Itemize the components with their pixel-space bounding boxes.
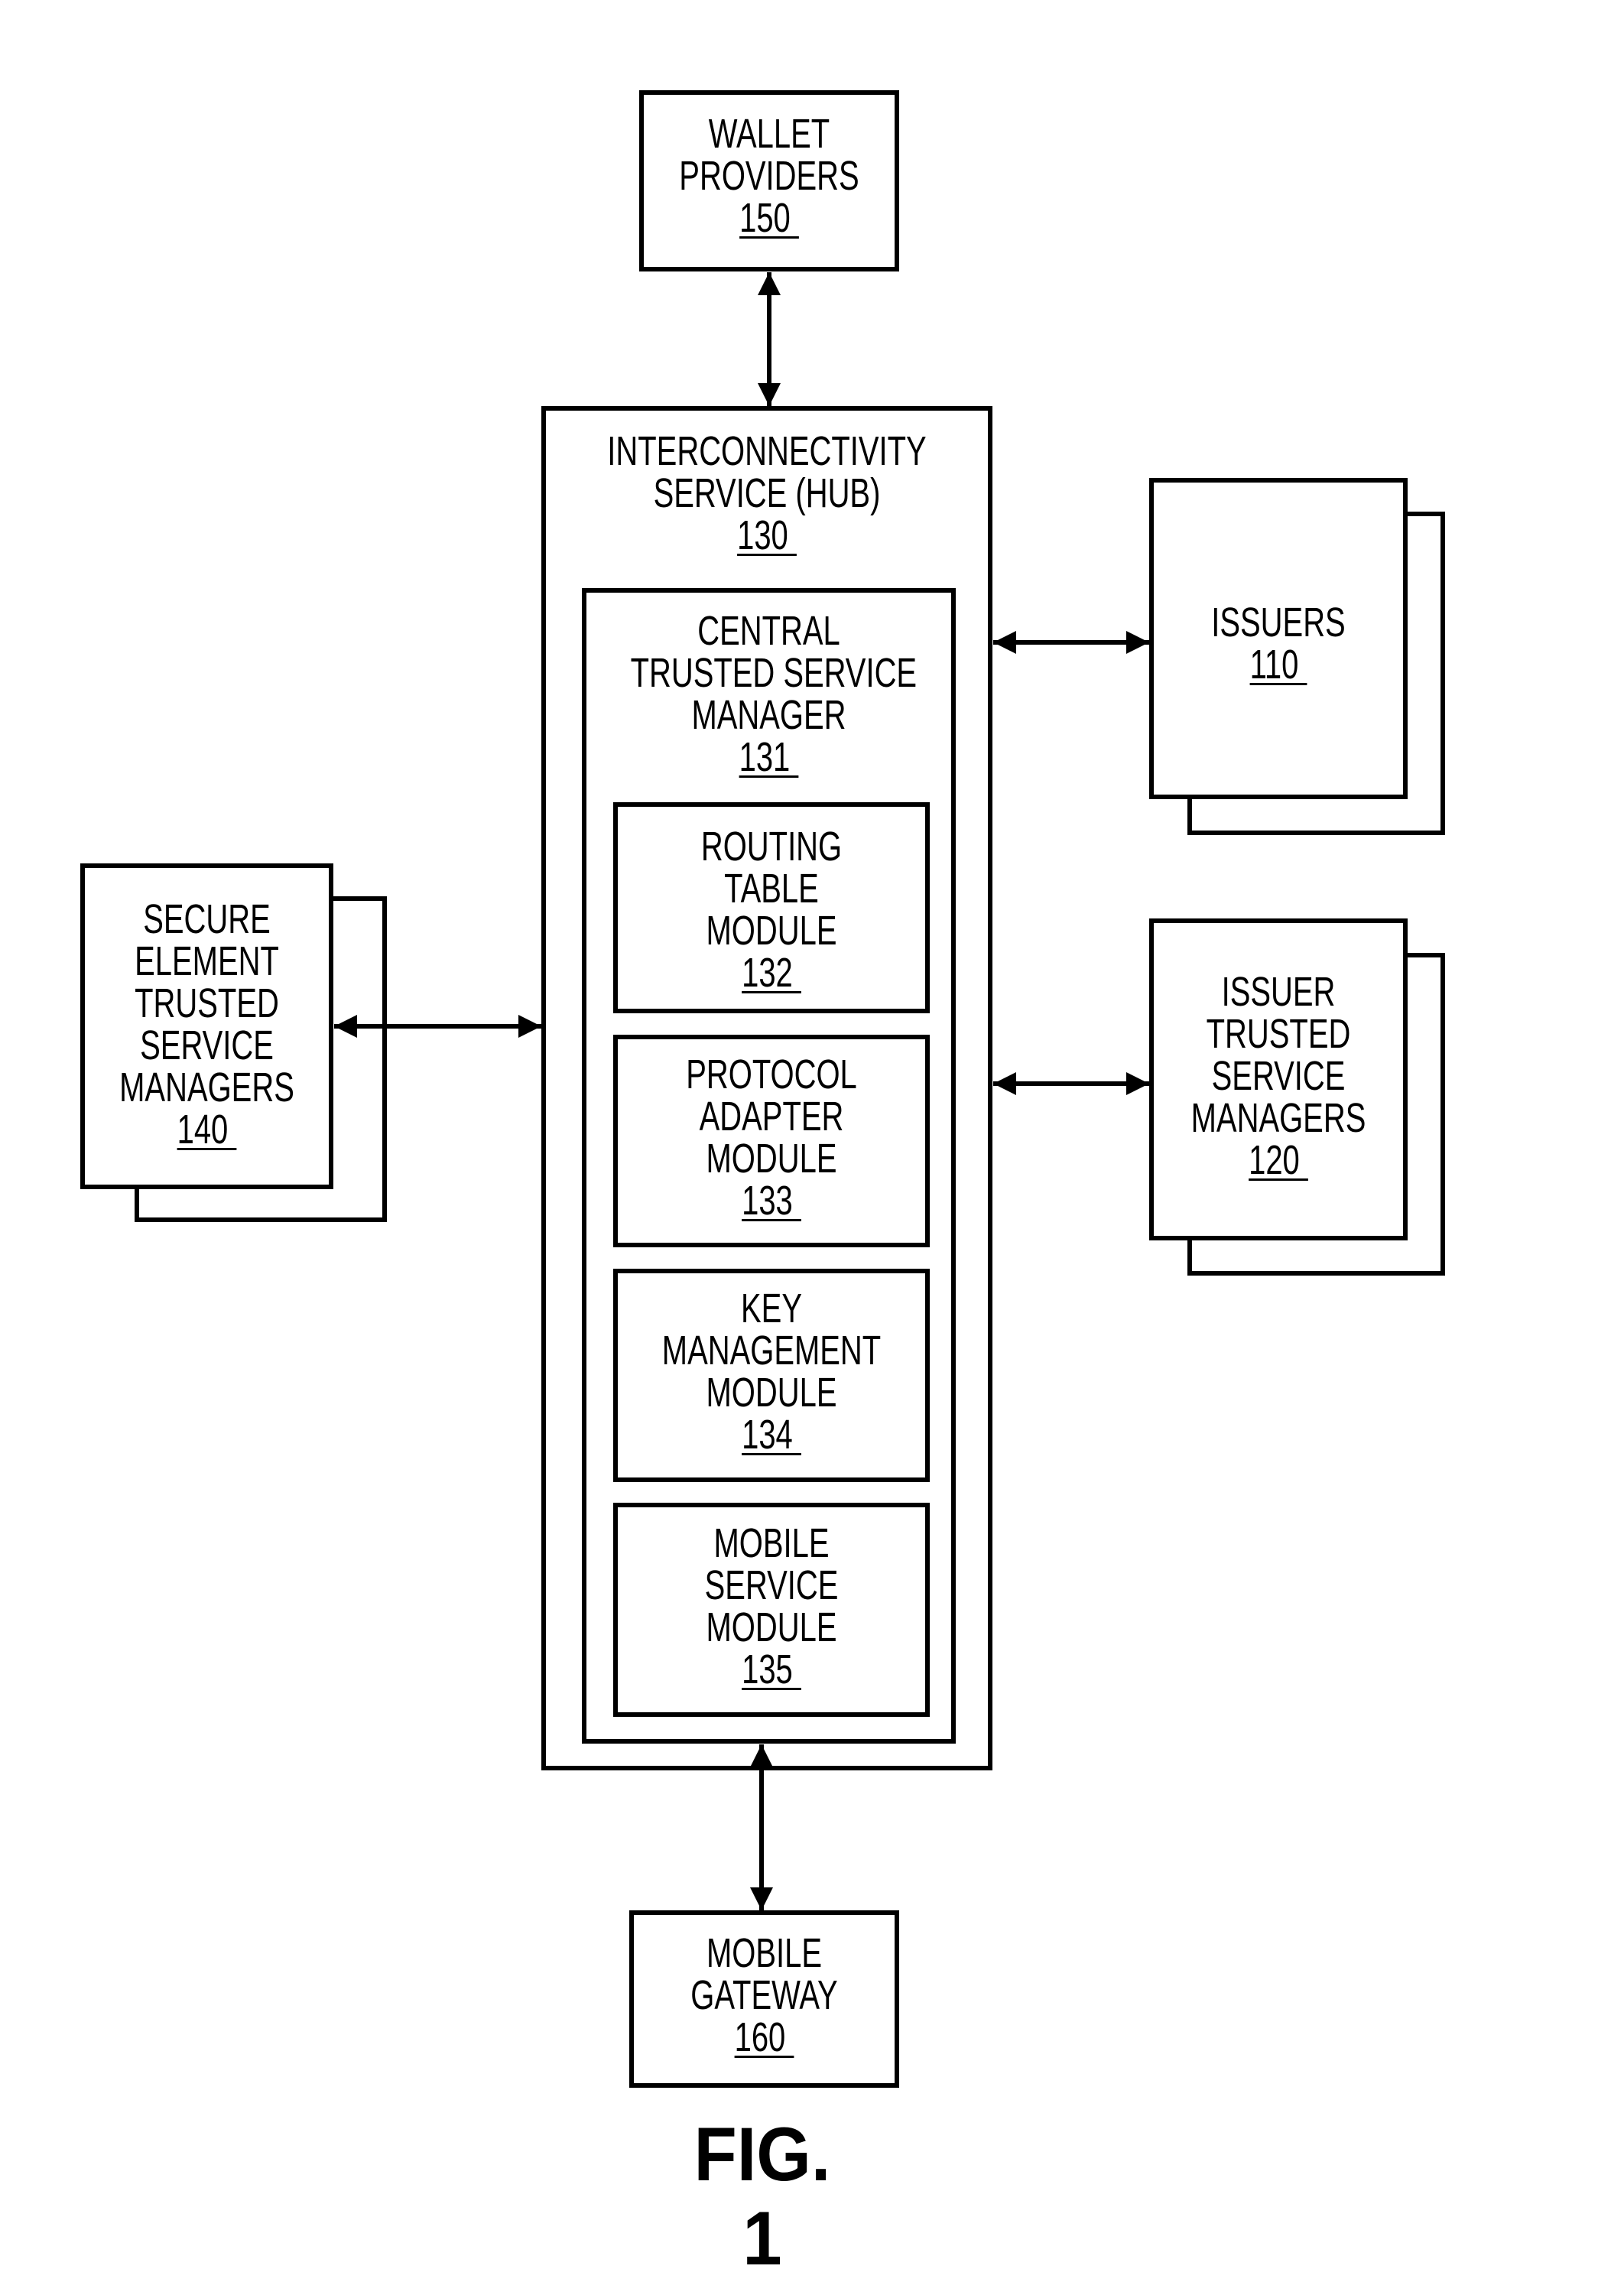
protocol-label-line: MODULE (706, 1136, 837, 1182)
protocol-reference-numeral: 133 (742, 1178, 801, 1224)
routing-label-line: MODULE (706, 908, 837, 954)
issuer-tsm-label-line: ISSUER (1221, 969, 1336, 1015)
routing-table-module-label: ROUTING TABLE MODULE 132 (654, 826, 888, 994)
mobile-service-label-line: MODULE (706, 1604, 837, 1650)
se-tsm-label-line: TRUSTED (135, 980, 279, 1026)
routing-reference-numeral: 132 (742, 950, 801, 996)
hub-reference-numeral: 130 (737, 512, 797, 558)
issuer-tsm-label-line: SERVICE (1211, 1053, 1346, 1099)
central-tsm-label: CENTRAL TRUSTED SERVICE MANAGER 131 (630, 608, 918, 780)
mobile-service-label-line: MOBILE (713, 1520, 830, 1566)
se-tsm-label: SECURE ELEMENT TRUSTED SERVICE MANAGERS 140 (113, 899, 300, 1151)
issuer-tsm-reference-numeral: 120 (1249, 1137, 1308, 1183)
protocol-adapter-module-label: PROTOCOL ADAPTER MODULE 133 (654, 1054, 888, 1222)
key-label-line: MODULE (706, 1370, 837, 1416)
mobile-service-reference-numeral: 135 (742, 1646, 801, 1692)
protocol-label-line: PROTOCOL (686, 1052, 857, 1097)
issuers-label: ISSUERS 110 (1183, 602, 1374, 686)
ctsm-reference-numeral: 131 (739, 734, 799, 780)
figure-caption: FIG. 1 (693, 2111, 831, 2280)
wallet-providers-label: WALLET PROVIDERS 150 (673, 113, 866, 239)
key-management-module-label: KEY MANAGEMENT MODULE 134 (654, 1288, 888, 1456)
routing-label-line: TABLE (724, 866, 819, 912)
wallet-label-line: WALLET (708, 111, 830, 157)
routing-label-line: ROUTING (700, 824, 843, 870)
protocol-label-line: ADAPTER (699, 1094, 844, 1139)
ctsm-label-line: TRUSTED SERVICE (630, 650, 918, 696)
se-tsm-label-line: SERVICE (140, 1022, 274, 1068)
se-tsm-label-line: MANAGERS (119, 1065, 294, 1110)
gateway-label-line: MOBILE (706, 1930, 823, 1976)
hub-label: INTERCONNECTIVITY SERVICE (HUB) 130 (600, 431, 934, 557)
se-tsm-label-line: SECURE (143, 896, 271, 942)
issuer-tsm-label: ISSUER TRUSTED SERVICE MANAGERS 120 (1183, 971, 1374, 1182)
ctsm-label-line: CENTRAL (697, 608, 840, 654)
mobile-gateway-label: MOBILE GATEWAY 160 (664, 1933, 864, 2059)
mobile-service-label-line: SERVICE (704, 1562, 839, 1608)
wallet-label-line: PROVIDERS (679, 153, 859, 199)
hub-label-line: SERVICE (HUB) (653, 470, 881, 516)
issuer-tsm-label-line: TRUSTED (1206, 1011, 1351, 1057)
figure-canvas: WALLET PROVIDERS 150 INTERCONNECTIVITY SERV… (0, 0, 1624, 2295)
ctsm-label-line: MANAGER (691, 692, 846, 738)
key-label-line: KEY (741, 1286, 802, 1331)
se-tsm-reference-numeral: 140 (177, 1107, 237, 1152)
issuer-tsm-label-line: MANAGERS (1190, 1095, 1366, 1141)
issuers-reference-numeral: 110 (1249, 642, 1307, 688)
hub-label-line: INTERCONNECTIVITY (607, 428, 927, 474)
key-label-line: MANAGEMENT (661, 1328, 882, 1373)
gateway-label-line: GATEWAY (690, 1972, 838, 2018)
gateway-reference-numeral: 160 (734, 2014, 794, 2060)
wallet-reference-numeral: 150 (739, 195, 799, 241)
key-reference-numeral: 134 (742, 1412, 801, 1458)
se-tsm-label-line: ELEMENT (135, 938, 279, 984)
issuers-label-line: ISSUERS (1211, 600, 1346, 645)
mobile-service-module-label: MOBILE SERVICE MODULE 135 (654, 1523, 888, 1691)
